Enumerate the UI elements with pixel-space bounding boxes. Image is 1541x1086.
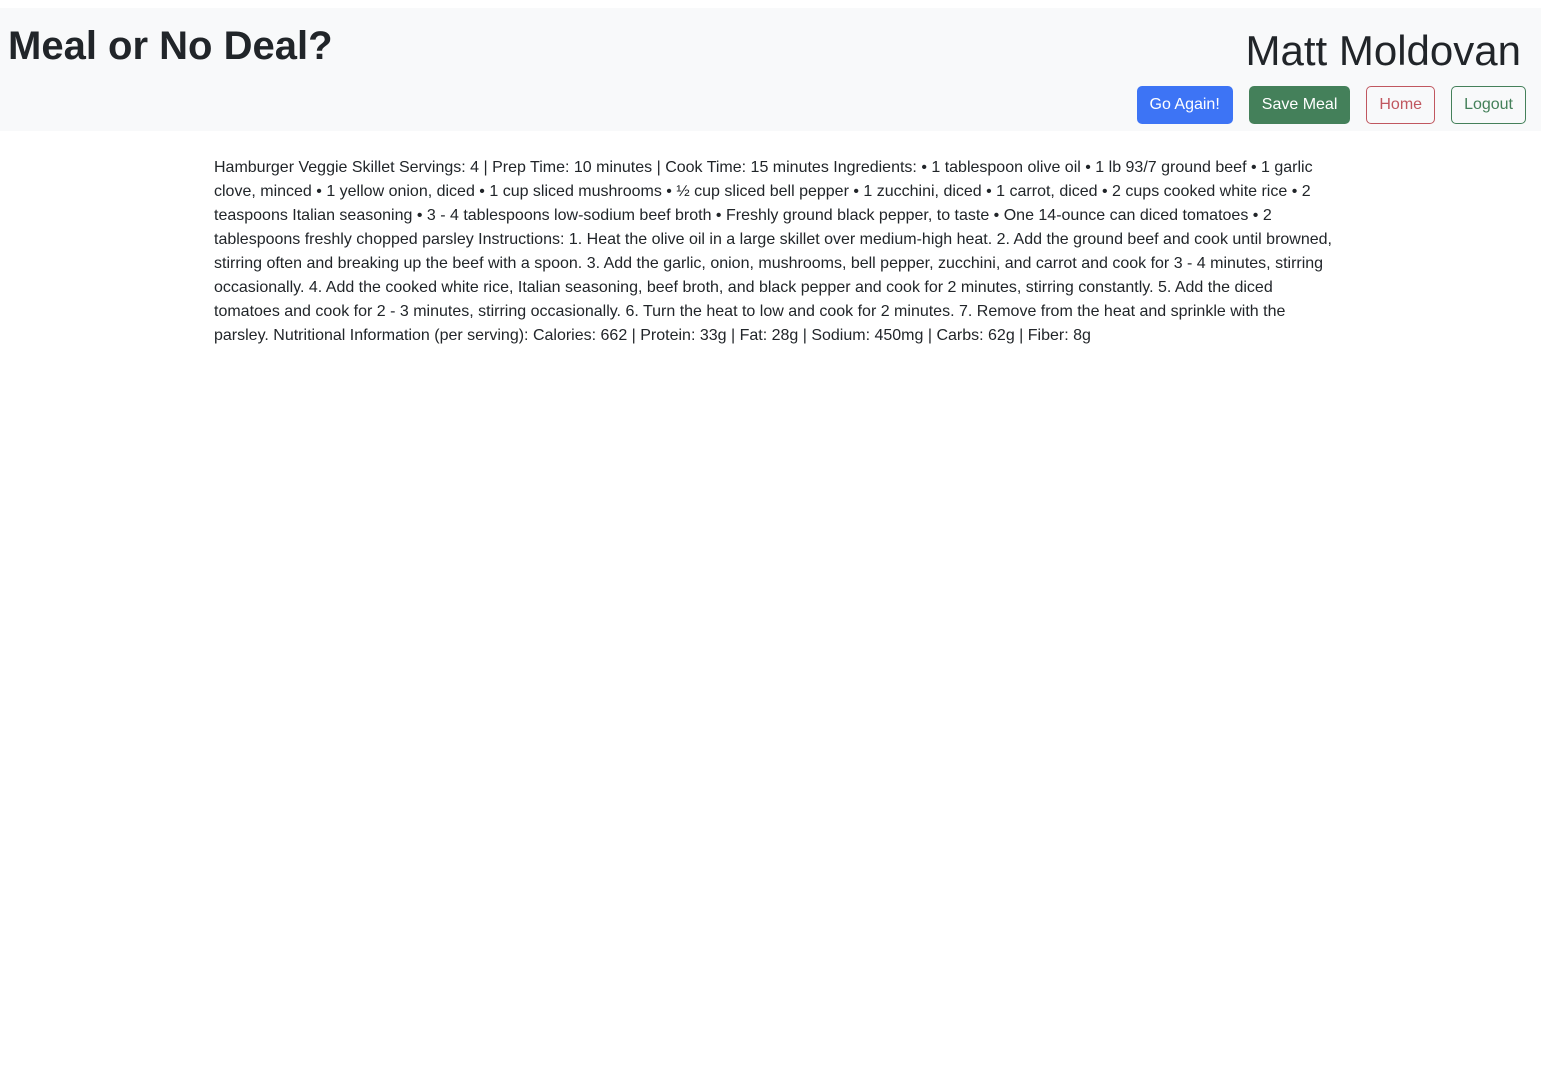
action-buttons: Go Again! Save Meal Home Logout: [1136, 86, 1526, 124]
home-button[interactable]: Home: [1366, 86, 1436, 124]
logout-button[interactable]: Logout: [1451, 86, 1526, 124]
app-title: Meal or No Deal?: [8, 24, 333, 68]
navbar: Meal or No Deal? Matt Moldovan Go Again!…: [0, 8, 1541, 131]
save-meal-button[interactable]: Save Meal: [1248, 86, 1351, 124]
go-again-button[interactable]: Go Again!: [1136, 86, 1233, 124]
top-spacer: [0, 0, 1541, 8]
user-name: Matt Moldovan: [1245, 27, 1521, 74]
recipe-text: Hamburger Veggie Skillet Servings: 4 | P…: [214, 159, 1332, 344]
